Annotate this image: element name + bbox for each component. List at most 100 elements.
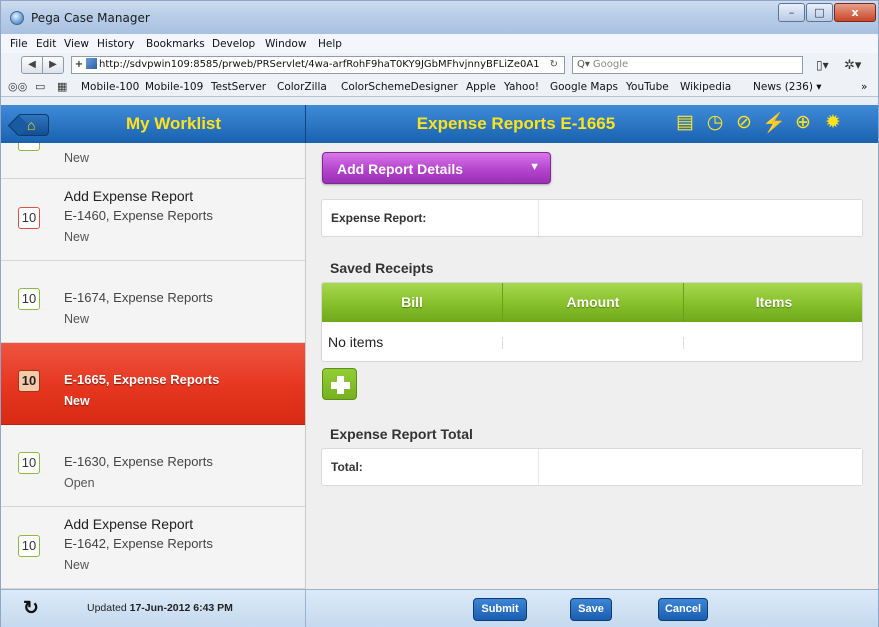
- worklist-item-status: New: [64, 230, 90, 244]
- worklist-item[interactable]: Add Expense Report 10 E-1460, Expense Re…: [1, 179, 305, 261]
- worklist-item[interactable]: New: [1, 143, 305, 179]
- top-sites-icon[interactable]: ▦: [57, 80, 67, 93]
- bookmark-colorzilla[interactable]: ColorZilla: [277, 81, 327, 93]
- menu-bar: File Edit View History Bookmarks Develop…: [1, 34, 878, 53]
- worklist-item-case: E-1665, Expense Reports: [64, 372, 220, 387]
- case-header: Expense Reports E-1665 ▤ ◷ ⊘ ⚡ ⊕ ✹: [306, 105, 878, 143]
- save-button[interactable]: Save: [570, 598, 612, 621]
- app-header: ⌂ My Worklist Expense Reports E-1665 ▤ ◷…: [1, 105, 878, 143]
- priority-badge: 10: [18, 452, 40, 474]
- menu-history[interactable]: History: [97, 38, 134, 50]
- worklist-title: My Worklist: [125, 114, 222, 133]
- add-document-icon[interactable]: ⊕: [791, 111, 815, 134]
- submit-button[interactable]: Submit: [473, 598, 527, 621]
- expense-report-field[interactable]: [538, 200, 862, 236]
- total-row: Total:: [321, 448, 863, 486]
- add-report-details-label: Add Report Details: [337, 161, 464, 177]
- case-detail-panel: Add Report Details ▼ Expense Report: Sav…: [306, 143, 878, 589]
- worklist-item-status: Open: [64, 476, 95, 490]
- worklist-item-case: E-1642, Expense Reports: [64, 536, 213, 551]
- settings-gear-icon[interactable]: ✹: [821, 111, 845, 134]
- footer-bar: ↻ Updated 17-Jun-2012 6:43 PM Submit Sav…: [1, 589, 878, 627]
- priority-badge: [18, 143, 40, 151]
- worklist-item-heading: Add Expense Report: [64, 516, 194, 532]
- search-placeholder: Google: [592, 59, 629, 70]
- worklist-item-status: New: [64, 394, 90, 408]
- menu-window[interactable]: Window: [265, 38, 306, 50]
- column-header-bill[interactable]: Bill: [322, 283, 502, 322]
- menu-develop[interactable]: Develop: [212, 38, 255, 50]
- expense-report-label: Expense Report:: [331, 211, 427, 225]
- column-header-items[interactable]: Items: [684, 283, 862, 322]
- reading-list-icon[interactable]: ◎◎: [8, 80, 27, 93]
- bookmark-mobile-100[interactable]: Mobile-100: [81, 81, 139, 93]
- worklist-header: ⌂ My Worklist: [1, 105, 306, 143]
- window-title: Pega Case Manager: [31, 11, 150, 25]
- saved-receipts-title: Saved Receipts: [330, 260, 434, 276]
- worklist-item-selected[interactable]: 10 E-1665, Expense Reports New: [1, 343, 305, 425]
- empty-table-message: No items: [328, 334, 384, 350]
- cancel-button[interactable]: Cancel: [658, 598, 708, 621]
- worklist-item-heading: Add Expense Report: [64, 188, 194, 204]
- bookmark-mobile-109[interactable]: Mobile-109: [145, 81, 203, 93]
- home-icon: ⌂: [27, 117, 36, 133]
- url-text: http://sdvpwin109:8585/prweb/PRServlet/4…: [99, 59, 540, 70]
- minimize-button[interactable]: –: [778, 3, 805, 22]
- worklist-item-status: New: [64, 151, 90, 165]
- priority-badge: 10: [18, 370, 40, 392]
- browser-window: Pega Case Manager – □ x File Edit View H…: [0, 0, 879, 627]
- worklist-item-case: E-1630, Expense Reports: [64, 454, 213, 469]
- worklist-item[interactable]: Add Expense Report 10 E-1642, Expense Re…: [1, 507, 305, 589]
- priority-badge: 10: [18, 207, 40, 229]
- menu-edit[interactable]: Edit: [36, 38, 56, 50]
- bookmark-google-maps[interactable]: Google Maps: [550, 81, 618, 93]
- bookmark-yahoo[interactable]: Yahoo!: [504, 81, 539, 93]
- column-header-amount[interactable]: Amount: [503, 283, 683, 322]
- document-icon[interactable]: ▤: [673, 111, 697, 134]
- forward-button[interactable]: ▶: [42, 56, 64, 74]
- history-icon[interactable]: ◷: [703, 111, 727, 134]
- bookmarks-bar: ◎◎ ▭ ▦ Mobile-100 Mobile-109 TestServer …: [1, 77, 878, 97]
- search-input[interactable]: Q▾ Google: [572, 56, 803, 74]
- close-button[interactable]: x: [834, 3, 876, 22]
- back-button[interactable]: ◀: [21, 56, 43, 74]
- footer-status: ↻ Updated 17-Jun-2012 6:43 PM: [1, 590, 306, 627]
- receipts-table: Bill Amount Items No items: [321, 282, 863, 362]
- maximize-button[interactable]: □: [806, 3, 833, 22]
- more-bookmarks-icon[interactable]: »: [861, 81, 867, 93]
- add-report-details-menu[interactable]: Add Report Details ▼: [322, 152, 551, 184]
- worklist-item-case: E-1674, Expense Reports: [64, 290, 213, 305]
- menu-view[interactable]: View: [64, 38, 89, 50]
- address-bar[interactable]: + http://sdvpwin109:8585/prweb/PRServlet/…: [71, 56, 565, 74]
- menu-file[interactable]: File: [10, 38, 28, 50]
- add-receipt-button[interactable]: [322, 368, 357, 400]
- bookmark-colorschemedesigner[interactable]: ColorSchemeDesigner: [341, 81, 458, 93]
- menu-bookmarks[interactable]: Bookmarks: [146, 38, 205, 50]
- title-bar: Pega Case Manager – □ x: [1, 1, 878, 34]
- menu-help[interactable]: Help: [318, 38, 342, 50]
- total-field: [538, 449, 862, 485]
- bookmark-apple[interactable]: Apple: [466, 81, 496, 93]
- gear-icon[interactable]: ✲▾: [844, 57, 861, 73]
- bookmark-news[interactable]: News (236) ▾: [753, 81, 822, 93]
- add-bookmark-icon[interactable]: +: [72, 57, 86, 73]
- flag-icon[interactable]: ⚡: [762, 111, 786, 135]
- last-updated-text: Updated 17-Jun-2012 6:43 PM: [87, 602, 233, 614]
- bookmark-youtube[interactable]: YouTube: [626, 81, 669, 93]
- reload-icon[interactable]: ↻: [550, 57, 558, 73]
- worklist-item[interactable]: 10 E-1630, Expense Reports Open: [1, 425, 305, 507]
- bookmarks-book-icon[interactable]: ▭: [35, 80, 45, 93]
- refresh-icon[interactable]: ↻: [23, 597, 39, 620]
- bookmark-testserver[interactable]: TestServer: [211, 81, 266, 93]
- attachment-icon[interactable]: ⊘: [732, 111, 756, 134]
- cell-divider: [502, 337, 503, 349]
- page-menu-icon[interactable]: ▯▾: [816, 58, 829, 72]
- worklist-panel[interactable]: New Add Expense Report 10 E-1460, Expens…: [1, 143, 306, 589]
- footer-actions: Submit Save Cancel: [306, 590, 878, 627]
- worklist-item-case: E-1460, Expense Reports: [64, 208, 213, 223]
- expense-total-title: Expense Report Total: [330, 426, 473, 442]
- worklist-item[interactable]: 10 E-1674, Expense Reports New: [1, 261, 305, 343]
- last-updated-value: 17-Jun-2012 6:43 PM: [129, 602, 233, 614]
- total-label: Total:: [331, 460, 363, 474]
- bookmark-wikipedia[interactable]: Wikipedia: [680, 81, 731, 93]
